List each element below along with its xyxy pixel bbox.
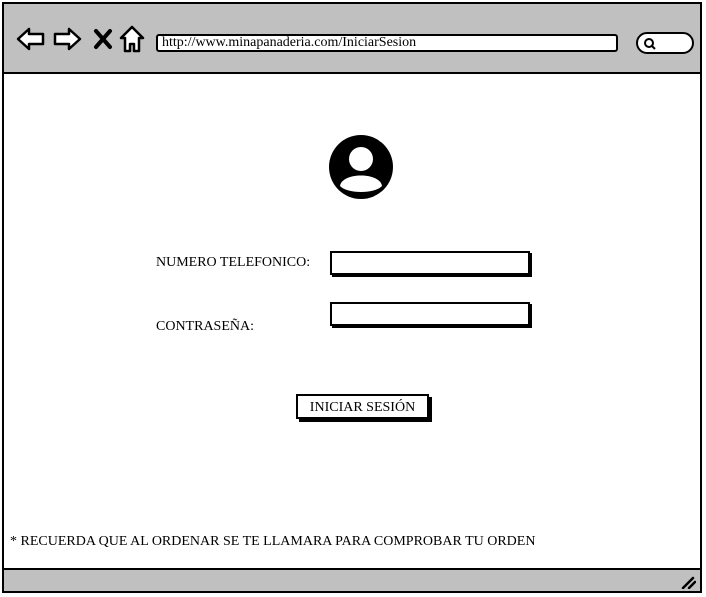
forward-arrow-icon[interactable] <box>52 24 82 54</box>
home-icon[interactable] <box>117 24 147 54</box>
browser-toolbar: http://www.minapanaderia.com/IniciarSesi… <box>4 4 700 74</box>
status-bar <box>4 568 700 591</box>
search-box[interactable] <box>636 32 694 54</box>
address-bar[interactable]: http://www.minapanaderia.com/IniciarSesi… <box>156 34 618 52</box>
user-avatar-icon <box>328 134 394 200</box>
page-content: NUMERO TELEFONICO: CONTRASEÑA: INICIAR S… <box>4 74 700 570</box>
password-label: CONTRASEÑA: <box>156 319 255 334</box>
login-button[interactable]: INICIAR SESIÓN <box>296 394 429 419</box>
resize-grip-icon[interactable] <box>680 573 697 590</box>
browser-window: http://www.minapanaderia.com/IniciarSesi… <box>2 2 702 593</box>
footer-note: * RECUERDA QUE AL ORDENAR SE TE LLAMARA … <box>10 534 536 549</box>
close-x-icon[interactable] <box>90 24 120 54</box>
search-icon <box>644 38 656 50</box>
back-arrow-icon[interactable] <box>16 24 46 54</box>
phone-input[interactable] <box>330 251 530 275</box>
phone-label: NUMERO TELEFONICO: <box>156 255 311 270</box>
password-input[interactable] <box>330 302 530 326</box>
